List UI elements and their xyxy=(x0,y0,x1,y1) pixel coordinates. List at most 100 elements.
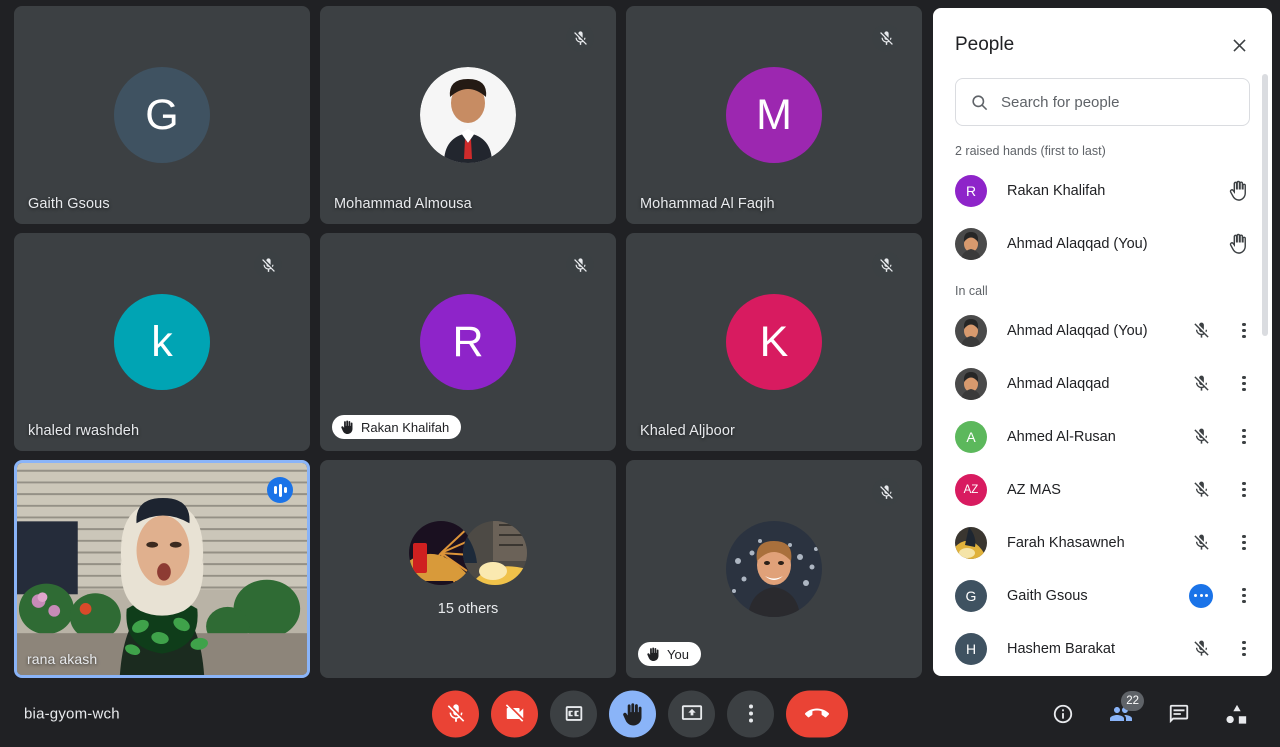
avatar: k xyxy=(114,294,210,390)
video-tile-others[interactable]: 15 others xyxy=(320,460,616,678)
people-panel: People 2 raised hands (first to last) R … xyxy=(933,8,1272,676)
mic-off-icon[interactable] xyxy=(1184,374,1218,393)
others-avatar-2 xyxy=(463,521,527,585)
others-content: 15 others xyxy=(320,521,616,617)
more-options-icon[interactable] xyxy=(1226,535,1262,550)
speaking-indicator xyxy=(267,477,293,503)
list-item[interactable]: AZ AZ MAS xyxy=(955,463,1262,516)
avatar-initial: R xyxy=(966,183,976,199)
camera-button[interactable] xyxy=(491,690,538,737)
tile-name: Khaled Aljboor xyxy=(640,423,735,439)
leave-call-button[interactable] xyxy=(786,690,848,737)
tile-name: khaled rwashdeh xyxy=(28,423,139,439)
avatar-initial: G xyxy=(145,94,178,137)
avatar-initial: R xyxy=(452,321,483,364)
participant-name: Hashem Barakat xyxy=(1007,641,1184,657)
raised-hand-pill: Rakan Khalifah xyxy=(332,415,461,439)
mic-off-icon xyxy=(872,251,900,279)
tile-name: Mohammad Al Faqih xyxy=(640,196,775,212)
video-tile-mohammad-al-faqih[interactable]: M Mohammad Al Faqih xyxy=(626,6,922,224)
participant-name: Rakan Khalifah xyxy=(1007,183,1222,199)
more-options-icon[interactable] xyxy=(1226,323,1262,338)
close-icon[interactable] xyxy=(1222,28,1256,62)
raised-hand-icon xyxy=(1222,233,1254,254)
video-tile-rakan-khalifah[interactable]: R Rakan Khalifah xyxy=(320,233,616,451)
mic-off-icon xyxy=(566,251,594,279)
panel-scrollbar[interactable] xyxy=(1262,74,1268,336)
raised-hand-name: Rakan Khalifah xyxy=(361,420,449,435)
present-button[interactable] xyxy=(668,690,715,737)
list-item[interactable]: H Hashem Barakat xyxy=(955,622,1262,675)
tile-name: Gaith Gsous xyxy=(28,196,110,212)
list-item[interactable]: Ahmad Alaqqad (You) xyxy=(955,217,1262,270)
search-input[interactable] xyxy=(1001,94,1235,111)
list-item[interactable]: Ahmad Alaqqad (You) xyxy=(955,304,1262,357)
video-tile-khaled-rwashdeh[interactable]: k khaled rwashdeh xyxy=(14,233,310,451)
mic-off-icon[interactable] xyxy=(1184,480,1218,499)
more-options-icon[interactable] xyxy=(1226,429,1262,444)
activities-icon[interactable] xyxy=(1216,693,1258,735)
list-item[interactable]: Farah Khasawneh xyxy=(955,516,1262,569)
video-tile-khaled-aljboor[interactable]: K Khaled Aljboor xyxy=(626,233,922,451)
person-photo xyxy=(420,67,516,163)
avatar xyxy=(955,228,987,260)
in-call-list: Ahmad Alaqqad (You) Ahmad Alaqqad xyxy=(933,304,1272,675)
captions-button[interactable] xyxy=(550,690,597,737)
avatar: A xyxy=(955,421,987,453)
list-item[interactable]: Ahmad Alaqqad xyxy=(955,357,1262,410)
participant-name: Ahmad Alaqqad (You) xyxy=(1007,236,1222,252)
video-tile-mohammad-almousa[interactable]: Mohammad Almousa xyxy=(320,6,616,224)
raised-hand-icon xyxy=(340,420,354,434)
meeting-details-icon[interactable] xyxy=(1042,693,1084,735)
avatar-initial: G xyxy=(966,588,977,604)
right-toolbar: 22 xyxy=(1042,693,1258,735)
list-item[interactable]: G Gaith Gsous xyxy=(955,569,1262,622)
mic-off-icon xyxy=(254,251,282,279)
more-options-button[interactable] xyxy=(727,690,774,737)
video-tile-rana-akash[interactable]: rana akash xyxy=(14,460,310,678)
participant-name: Ahmad Alaqqad xyxy=(1007,376,1184,392)
raise-hand-button[interactable] xyxy=(609,690,656,737)
participant-name: Ahmad Alaqqad (You) xyxy=(1007,323,1184,339)
avatar xyxy=(955,527,987,559)
others-label: 15 others xyxy=(438,601,498,617)
mic-off-icon[interactable] xyxy=(1184,533,1218,552)
avatar-initial: A xyxy=(966,429,975,445)
raised-hand-icon xyxy=(1222,180,1254,201)
avatar-initial: AZ xyxy=(964,484,979,496)
avatar: AZ xyxy=(955,474,987,506)
avatar: R xyxy=(955,175,987,207)
more-options-icon[interactable] xyxy=(1226,588,1262,603)
avatar: G xyxy=(114,67,210,163)
microphone-button[interactable] xyxy=(432,690,479,737)
mic-off-icon[interactable] xyxy=(1184,639,1218,658)
list-item[interactable]: A Ahmed Al-Rusan xyxy=(955,410,1262,463)
search-people-box[interactable] xyxy=(955,78,1250,126)
mic-off-icon[interactable] xyxy=(1184,427,1218,446)
mic-off-icon[interactable] xyxy=(1184,321,1218,340)
more-options-icon[interactable] xyxy=(1226,482,1262,497)
avatar xyxy=(726,521,822,617)
more-options-icon[interactable] xyxy=(1226,376,1262,391)
video-tile-you[interactable]: You xyxy=(626,460,922,678)
people-icon[interactable]: 22 xyxy=(1100,693,1142,735)
call-controls xyxy=(432,690,848,737)
people-count-badge: 22 xyxy=(1121,691,1144,711)
avatar: G xyxy=(955,580,987,612)
raised-hands-section-label: 2 raised hands (first to last) xyxy=(933,126,1272,164)
list-item[interactable]: R Rakan Khalifah xyxy=(955,164,1262,217)
more-options-icon[interactable] xyxy=(1226,641,1262,656)
speaking-indicator-icon[interactable] xyxy=(1184,584,1218,608)
avatar-initial: H xyxy=(966,641,976,657)
mic-off-icon xyxy=(872,24,900,52)
participant-name: Farah Khasawneh xyxy=(1007,535,1184,551)
avatar xyxy=(420,67,516,163)
video-tile-gaith-gsous[interactable]: G Gaith Gsous xyxy=(14,6,310,224)
video-grid: G Gaith Gsous Mohammad Almousa xyxy=(14,6,932,680)
search-icon xyxy=(970,93,989,112)
in-call-section-label: In call xyxy=(933,270,1272,304)
avatar xyxy=(955,368,987,400)
chat-icon[interactable] xyxy=(1158,693,1200,735)
avatar: K xyxy=(726,294,822,390)
avatar-initial: M xyxy=(756,94,792,137)
